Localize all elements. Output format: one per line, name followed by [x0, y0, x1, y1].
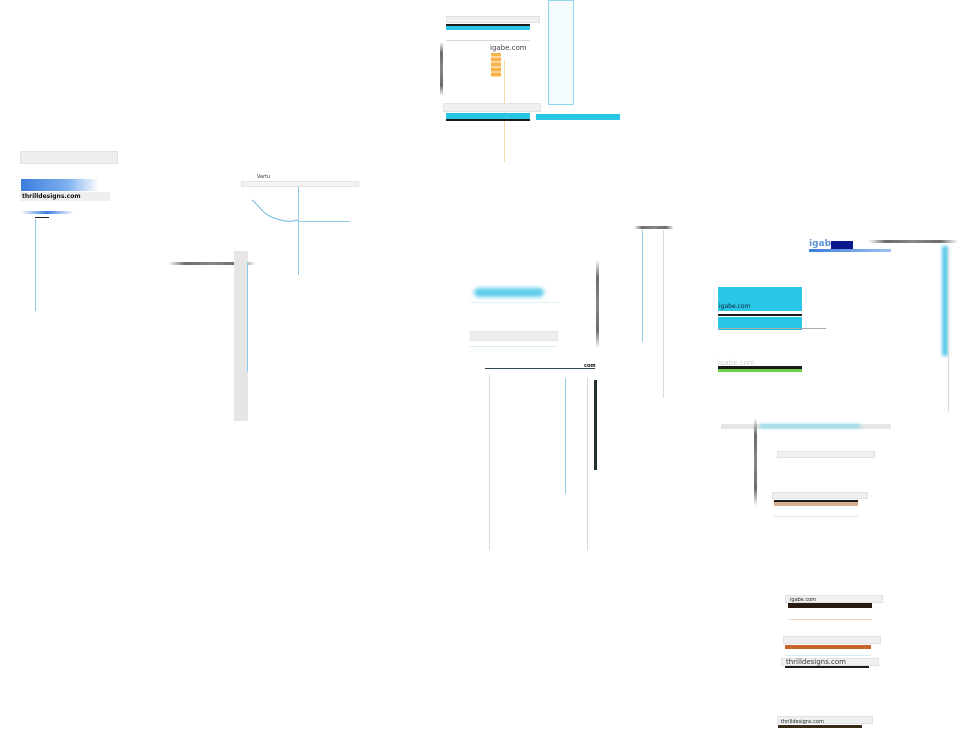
- right-long-cyan-glow: [760, 424, 860, 428]
- left-mid-column-line: [247, 262, 248, 372]
- top-center-light-blue-panel: [548, 0, 574, 105]
- vartu-curve: [251, 199, 299, 222]
- right-cyan-divider: [718, 314, 802, 316]
- center-right-blue-line: [642, 230, 643, 342]
- left-top-bar: [20, 151, 118, 164]
- bottom-dark-bar-3: [785, 666, 869, 668]
- top-center-thin-line: [446, 40, 530, 41]
- top-center-brush-left: [440, 42, 443, 96]
- center-blue-line: [565, 378, 566, 494]
- right-green-line: [718, 369, 802, 372]
- center-right-line: [587, 378, 588, 550]
- right-small-bar-1: [777, 451, 875, 458]
- center-left-line: [489, 374, 490, 550]
- top-center-lower-bar: [443, 103, 541, 112]
- vartu-tab-label[interactable]: Vartu: [257, 174, 270, 180]
- screenshot-canvas: thrilldesigns.com Vartu igabe.com com ig…: [0, 0, 960, 730]
- bottom-faint-line-2: [785, 655, 871, 656]
- bottom-faint-line-1: [788, 619, 872, 620]
- vartu-horizontal-line: [298, 221, 350, 222]
- center-suffix-label: com: [584, 363, 596, 369]
- right-small-tan: [774, 502, 858, 506]
- bottom-dark-bar-1: [788, 603, 872, 608]
- center-gray-bar: [470, 331, 558, 341]
- center-right-brush: [634, 226, 674, 229]
- right-brush-vertical: [754, 418, 757, 506]
- right-cyan-box-label: igabe.com: [719, 303, 751, 310]
- left-vertical-line: [35, 219, 36, 311]
- right-small-faint: [774, 516, 858, 517]
- right-top-brush: [868, 240, 958, 243]
- left-small-blue-bar: [20, 211, 74, 214]
- bottom-rust-bar: [785, 645, 871, 649]
- right-small-bar-2: [772, 492, 868, 499]
- top-center-cyan-bar: [446, 26, 530, 30]
- top-center-right-cyan-strip: [536, 114, 620, 120]
- center-faint-line-2: [470, 346, 558, 347]
- center-faint-line-1: [470, 302, 560, 303]
- right-header-blue-line: [809, 249, 891, 252]
- left-mid-gray-column: [234, 251, 248, 421]
- vartu-tab-bar[interactable]: [241, 181, 359, 187]
- left-domain-label[interactable]: thrilldesigns.com: [22, 193, 81, 200]
- center-right-gray-line: [663, 230, 664, 398]
- top-center-lower-dark: [446, 119, 530, 121]
- center-dark-vertical: [594, 380, 597, 470]
- bottom-bar-2: [783, 636, 881, 644]
- center-blurred-cyan-pill: [474, 288, 544, 297]
- left-small-dark-bar: [35, 217, 49, 218]
- center-header-line: [485, 368, 595, 369]
- right-navy-badge: [831, 241, 853, 249]
- bottom-label-two[interactable]: thrilldesigns.com: [786, 658, 846, 666]
- bottom-dark-bar-4: [778, 725, 862, 728]
- top-center-domain-label[interactable]: igabe.com: [490, 44, 527, 52]
- top-center-bar: [446, 16, 540, 23]
- left-gradient-bar: [21, 179, 99, 191]
- right-edge-gray-line: [948, 250, 949, 412]
- top-center-orange-stack: [491, 53, 501, 77]
- right-cyan-underline: [718, 328, 826, 329]
- center-brush-right: [596, 260, 599, 348]
